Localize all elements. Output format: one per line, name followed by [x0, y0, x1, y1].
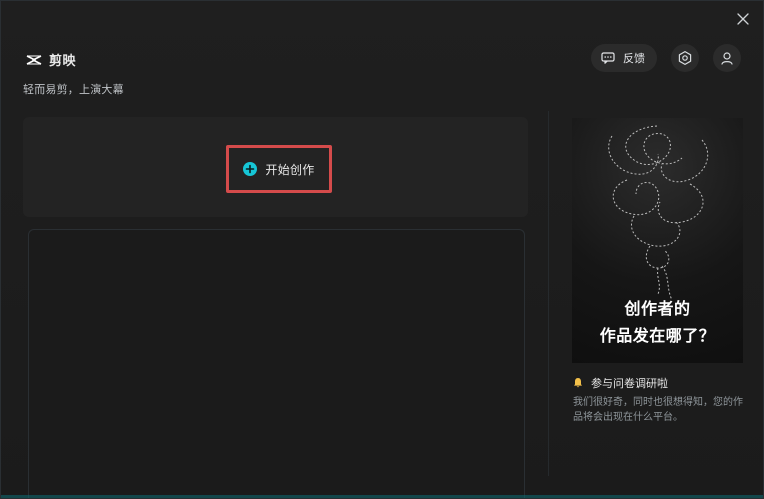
app-name: 剪映: [49, 54, 77, 69]
settings-button[interactable]: [671, 44, 699, 72]
survey-title[interactable]: 参与问卷调研啦: [573, 375, 668, 391]
feedback-label: 反馈: [623, 52, 645, 65]
plus-circle-icon: [243, 162, 258, 176]
user-button[interactable]: [713, 44, 741, 72]
top-actions: 反馈: [591, 44, 741, 72]
user-icon: [721, 52, 733, 65]
promo-image-line2: 作品发在哪了？: [599, 326, 716, 345]
start-create-button[interactable]: 开始创作: [226, 145, 332, 193]
survey-description: 我们很好奇，同时也很想得知，您的作品将会出现在什么平台。: [573, 397, 743, 423]
projects-panel: [28, 229, 525, 498]
sidebar-divider: [548, 111, 549, 476]
feedback-button[interactable]: 反馈: [591, 44, 657, 72]
survey-title-text: 参与问卷调研啦: [591, 377, 668, 390]
capcut-start-window: 剪映 轻而易剪，上演大幕 反馈 开始创作 创作者的 作品发在哪了？ 参与问卷调研…: [0, 0, 764, 499]
app-tagline: 轻而易剪，上演大幕: [23, 83, 124, 96]
promo-image-line1: 创作者的: [624, 299, 691, 318]
feedback-icon: [601, 52, 615, 64]
close-icon: [737, 13, 749, 25]
bell-icon: [573, 377, 583, 389]
capcut-logo-icon: [25, 51, 43, 69]
promo-survey-image[interactable]: 创作者的 作品发在哪了？: [572, 118, 743, 363]
bottom-accent-bar: [1, 495, 763, 498]
settings-icon: [678, 51, 692, 65]
start-create-label: 开始创作: [265, 162, 315, 177]
app-brand: 剪映: [25, 50, 76, 69]
close-button[interactable]: [733, 9, 753, 29]
